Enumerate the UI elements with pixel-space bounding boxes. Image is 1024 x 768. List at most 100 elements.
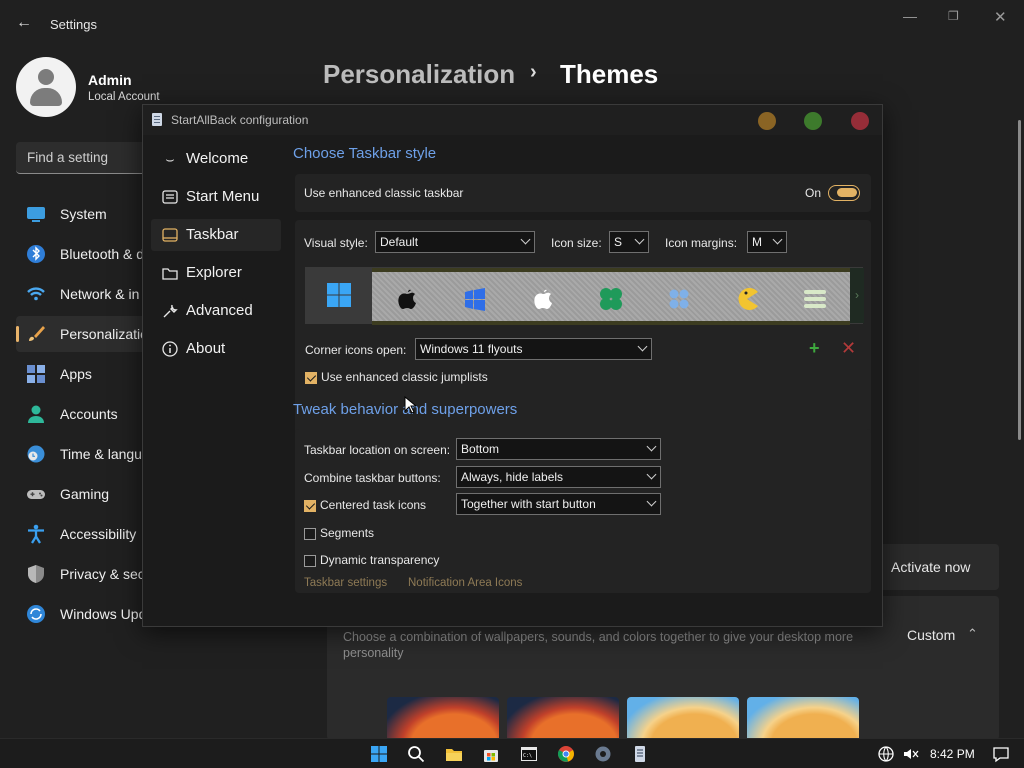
clock-globe-icon (27, 445, 45, 463)
theme-thumbnail[interactable] (747, 697, 859, 740)
chrome-icon[interactable] (557, 745, 575, 763)
terminal-icon[interactable]: C:\ (520, 745, 538, 763)
toggle-state-text: On (805, 186, 822, 200)
dialog-nav-label: Start Menu (186, 188, 260, 205)
icon-size-label: Icon size: (551, 236, 602, 250)
notification-area-icons-link[interactable]: Notification Area Icons (408, 577, 522, 589)
centered-icons-dropdown[interactable]: Together with start button (456, 493, 661, 515)
search-icon[interactable] (407, 745, 425, 763)
startallback-dialog: StartAllBack configuration ⌣ Welcome Sta… (142, 104, 883, 627)
minimize-dot-icon[interactable] (758, 112, 776, 130)
close-icon[interactable]: ✕ (994, 8, 1007, 26)
current-theme-value: Custom (907, 627, 956, 643)
hamburger-menu-icon[interactable] (802, 286, 828, 312)
windows11-logo-icon (327, 283, 351, 307)
dialog-nav-label: Welcome (186, 150, 249, 167)
start-style-option-windows11[interactable] (306, 268, 372, 323)
pacman-icon[interactable] (734, 286, 760, 312)
clover-green-icon[interactable] (598, 286, 624, 312)
volume-muted-icon[interactable] (902, 745, 920, 763)
sidebar-item-time-language[interactable]: Time & langu (16, 436, 146, 472)
visual-style-dropdown[interactable]: Default (375, 231, 535, 253)
microsoft-store-icon[interactable] (482, 745, 500, 763)
icon-margins-label: Icon margins: (665, 236, 738, 250)
start-button-icon[interactable] (370, 745, 388, 763)
dialog-nav-taskbar[interactable]: Taskbar (151, 219, 281, 251)
segments-checkbox[interactable] (304, 528, 316, 540)
settings-window-title: Settings (50, 17, 97, 32)
corner-icons-dropdown[interactable]: Windows 11 flyouts (415, 338, 652, 360)
startallback-taskbar-icon[interactable] (631, 745, 649, 763)
remove-icon[interactable]: ✕ (841, 338, 856, 359)
close-dot-icon[interactable] (851, 112, 869, 130)
maximize-dot-icon[interactable] (804, 112, 822, 130)
dialog-title: StartAllBack configuration (171, 113, 309, 127)
taskbar-settings-link[interactable]: Taskbar settings (304, 577, 387, 589)
mouse-pointer-icon (404, 396, 416, 414)
windows-flag-blue-icon[interactable] (462, 286, 488, 312)
theme-thumbnail[interactable] (507, 697, 619, 740)
apps-icon (27, 365, 45, 383)
sidebar-item-label: System (60, 206, 107, 222)
dialog-nav-about[interactable]: About (151, 333, 281, 365)
chevron-down-icon (646, 496, 657, 507)
dialog-nav-label: Explorer (186, 264, 242, 281)
sidebar-item-bluetooth[interactable]: Bluetooth & d (16, 236, 146, 272)
dynamic-transparency-checkbox[interactable] (304, 555, 316, 567)
desktop-screen: ← Settings — ❐ ✕ Admin Local Account Fin… (0, 0, 1024, 768)
sidebar-item-accounts[interactable]: Accounts (16, 396, 146, 432)
breadcrumb-separator: › (530, 61, 537, 83)
minimize-icon[interactable]: — (903, 8, 917, 24)
centered-icons-checkbox[interactable] (304, 500, 316, 512)
dialog-content: Choose Taskbar style Use enhanced classi… (291, 135, 881, 625)
back-arrow-icon[interactable]: ← (16, 14, 32, 32)
dynamic-transparency-label: Dynamic transparency (320, 553, 440, 567)
chevron-right-icon[interactable]: › (850, 268, 864, 323)
file-explorer-icon[interactable] (445, 745, 463, 763)
icon-margins-dropdown[interactable]: M (747, 231, 787, 253)
sidebar-item-label: Network & in (60, 286, 140, 302)
sidebar-item-personalization[interactable]: Personalizatio (16, 316, 148, 352)
activate-now-button[interactable]: Activate now (891, 559, 970, 575)
chevron-up-icon[interactable]: ⌃ (967, 626, 978, 642)
breadcrumb-parent[interactable]: Personalization (323, 59, 515, 89)
notification-icon[interactable] (992, 745, 1010, 763)
taskbar-clock[interactable]: 8:42 PM (930, 747, 975, 761)
corner-icons-label: Corner icons open: (305, 343, 407, 357)
sidebar-item-network[interactable]: Network & in (16, 276, 146, 312)
sidebar-item-label: Accessibility (60, 526, 137, 542)
folder-icon (162, 268, 178, 280)
sidebar-item-label: Time & langu (60, 446, 142, 462)
sidebar-item-windows-update[interactable]: Windows Upd (16, 596, 146, 632)
sidebar-item-label: Privacy & sec (60, 566, 145, 582)
sidebar-item-privacy-security[interactable]: Privacy & sec (16, 556, 146, 592)
dialog-nav-explorer[interactable]: Explorer (151, 257, 281, 289)
settings-gear-icon[interactable] (594, 745, 612, 763)
theme-thumbnail[interactable] (627, 697, 739, 740)
dots-grid-icon[interactable] (666, 286, 692, 312)
combine-buttons-dropdown[interactable]: Always, hide labels (456, 466, 661, 488)
theme-thumbnail[interactable] (387, 697, 499, 740)
settings-scrollbar[interactable] (1018, 120, 1021, 440)
sidebar-item-system[interactable]: System (16, 196, 146, 232)
combine-buttons-value: Always, hide labels (461, 470, 564, 484)
add-icon[interactable]: + (809, 338, 820, 359)
apple-logo-black-icon[interactable] (394, 286, 420, 312)
sidebar-item-apps[interactable]: Apps (16, 356, 146, 392)
icon-size-dropdown[interactable]: S (609, 231, 649, 253)
sidebar-item-accessibility[interactable]: Accessibility (16, 516, 146, 552)
taskbar-location-dropdown[interactable]: Bottom (456, 438, 661, 460)
dialog-nav-start-menu[interactable]: Start Menu (151, 181, 281, 213)
enhanced-taskbar-toggle[interactable] (828, 185, 860, 201)
dialog-nav-advanced[interactable]: Advanced (151, 295, 281, 327)
jumplists-checkbox[interactable] (305, 372, 317, 384)
globe-network-icon[interactable] (877, 745, 895, 763)
apple-logo-white-icon[interactable] (530, 286, 556, 312)
restore-icon[interactable]: ❐ (948, 9, 959, 23)
centered-icons-label: Centered task icons (320, 498, 427, 512)
sidebar-item-gaming[interactable]: Gaming (16, 476, 146, 512)
dialog-titlebar[interactable]: StartAllBack configuration (143, 105, 882, 135)
avatar[interactable] (16, 57, 76, 117)
dialog-nav-welcome[interactable]: ⌣ Welcome (151, 143, 281, 175)
taskbar-location-label: Taskbar location on screen: (304, 443, 451, 457)
